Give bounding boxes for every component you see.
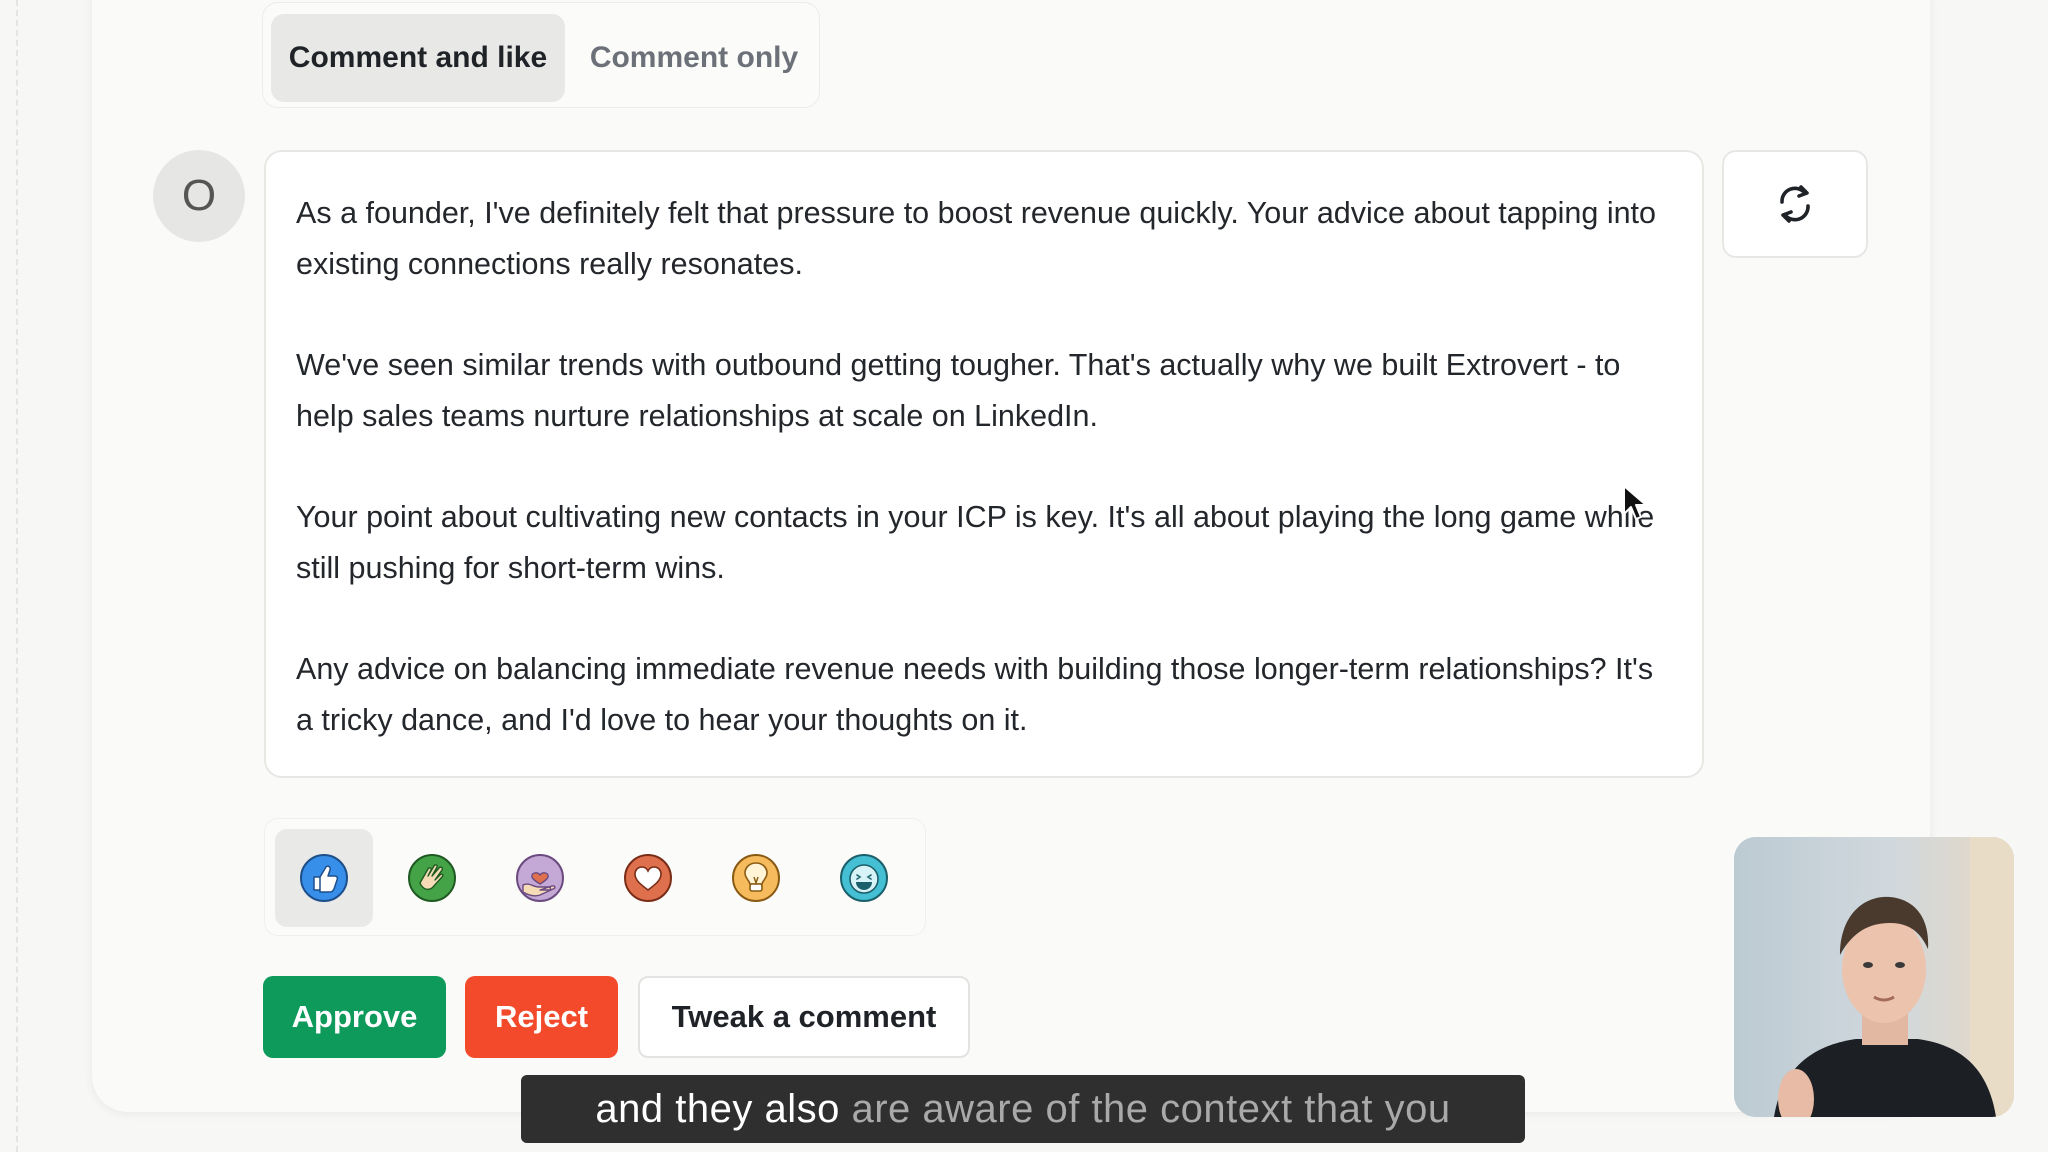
reaction-insightful[interactable] (707, 829, 805, 927)
reaction-like[interactable] (275, 829, 373, 927)
comment-paragraph: Any advice on balancing immediate revenu… (296, 652, 1654, 737)
reaction-support[interactable] (491, 829, 589, 927)
tab-comment-only[interactable]: Comment only (579, 14, 809, 102)
page-left-border (16, 0, 18, 1152)
reaction-funny[interactable] (815, 829, 913, 927)
caption-spoken-text: and they also (595, 1087, 840, 1131)
avatar: O (153, 150, 245, 242)
funny-icon (840, 854, 888, 902)
comment-paragraph: As a founder, I've definitely felt that … (296, 196, 1656, 281)
comment-paragraph: We've seen similar trends with outbound … (296, 348, 1621, 433)
refresh-icon (1780, 185, 1810, 223)
webcam-overlay (1734, 837, 2014, 1117)
celebrate-icon (408, 854, 456, 902)
video-caption: and they also are aware of the context t… (521, 1075, 1525, 1143)
approve-button[interactable]: Approve (263, 976, 446, 1058)
comment-mode-toggle: Comment and like Comment only (262, 2, 820, 108)
reaction-picker (264, 818, 926, 936)
mouse-cursor-icon (1623, 485, 1647, 520)
regenerate-button[interactable] (1722, 150, 1868, 258)
reaction-love[interactable] (599, 829, 697, 927)
tab-comment-and-like[interactable]: Comment and like (271, 14, 565, 102)
caption-upcoming-text: are aware of the context that you (839, 1087, 1451, 1131)
tweak-comment-button[interactable]: Tweak a comment (638, 976, 970, 1058)
presenter-video-image (1734, 837, 2014, 1117)
reject-button[interactable]: Reject (465, 976, 618, 1058)
comment-textarea[interactable]: As a founder, I've definitely felt that … (264, 150, 1704, 778)
insightful-icon (732, 854, 780, 902)
comment-paragraph: Your point about cultivating new contact… (296, 500, 1655, 585)
like-icon (300, 854, 348, 902)
love-icon (624, 854, 672, 902)
reaction-celebrate[interactable] (383, 829, 481, 927)
support-icon (516, 854, 564, 902)
